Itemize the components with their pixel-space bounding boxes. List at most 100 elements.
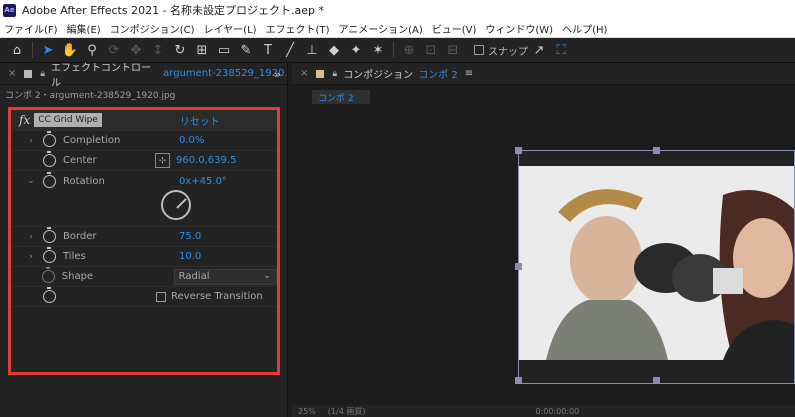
menu-bar: ファイル(F) 編集(E) コンポジション(C) レイヤー(L) エフェクト(T… bbox=[0, 20, 795, 38]
current-time[interactable]: 0:00:00:00 bbox=[535, 407, 579, 416]
shape-icon[interactable]: ▭ bbox=[213, 40, 235, 60]
rotate-icon[interactable]: ↻ bbox=[169, 40, 191, 60]
menu-file[interactable]: ファイル(F) bbox=[4, 21, 58, 36]
transform-handle[interactable] bbox=[515, 377, 522, 384]
twirl-right-icon[interactable]: › bbox=[23, 136, 39, 146]
composition-name-link[interactable]: コンポ 2 bbox=[418, 66, 458, 81]
lock-icon[interactable]: 🔒︎ bbox=[332, 69, 337, 79]
menu-layer[interactable]: レイヤー(L) bbox=[203, 21, 256, 36]
stopwatch-icon[interactable] bbox=[43, 287, 56, 303]
pen-icon[interactable]: ✎ bbox=[235, 40, 257, 60]
property-row-center: Center ⊹ 960.0,639.5 bbox=[11, 151, 277, 171]
twirl-right-icon[interactable]: › bbox=[23, 232, 39, 242]
menu-view[interactable]: ビュー(V) bbox=[432, 21, 477, 36]
pan-icon[interactable]: ✥ bbox=[125, 40, 147, 60]
stopwatch-icon[interactable] bbox=[43, 227, 56, 243]
composition-subtab[interactable]: コンポ 2 bbox=[312, 90, 370, 104]
axis-icon[interactable]: ⊕ bbox=[398, 40, 420, 60]
effect-controls-layer-link[interactable]: argument-238529_1920.j bbox=[163, 68, 287, 79]
property-label: Completion bbox=[63, 135, 121, 146]
axis-world-icon[interactable]: ⊡ bbox=[420, 40, 442, 60]
menu-help[interactable]: ヘルプ(H) bbox=[562, 21, 607, 36]
transform-handle[interactable] bbox=[653, 147, 660, 154]
layer-bounding-box[interactable] bbox=[518, 150, 795, 384]
eraser-icon[interactable]: ◆ bbox=[323, 40, 345, 60]
zoom-icon[interactable]: ⚲ bbox=[81, 40, 103, 60]
border-value[interactable]: 75.0 bbox=[179, 231, 201, 242]
fx-toggle-icon[interactable]: fx bbox=[19, 113, 30, 127]
menu-animation[interactable]: アニメーション(A) bbox=[338, 21, 422, 36]
home-icon[interactable]: ⌂ bbox=[6, 40, 28, 60]
hand-icon[interactable]: ✋ bbox=[59, 40, 81, 60]
stopwatch-icon[interactable] bbox=[43, 247, 56, 263]
close-icon[interactable]: × bbox=[300, 68, 308, 79]
selection-icon[interactable]: ➤ bbox=[37, 40, 59, 60]
property-row-rotation: ⌄ Rotation 0x+45.0° bbox=[11, 171, 277, 191]
close-icon[interactable]: × bbox=[8, 68, 16, 79]
shape-dropdown-value: Radial bbox=[178, 271, 210, 282]
center-value[interactable]: 960.0,639.5 bbox=[176, 155, 236, 166]
composition-footer: 25% (1/4 画質) 0:00:00:00 bbox=[292, 405, 795, 417]
effect-header-row[interactable]: fx CC Grid Wipe リセット bbox=[11, 110, 277, 131]
menu-edit[interactable]: 編集(E) bbox=[67, 21, 101, 36]
panel-menu-swatch-icon[interactable] bbox=[316, 69, 325, 78]
stopwatch-icon[interactable] bbox=[43, 171, 56, 188]
twirl-right-icon[interactable]: › bbox=[23, 252, 39, 262]
stopwatch-icon[interactable] bbox=[43, 151, 56, 167]
reset-link[interactable]: リセット bbox=[180, 113, 220, 128]
type-icon[interactable]: T bbox=[257, 40, 279, 60]
zoom-level[interactable]: 25% bbox=[298, 407, 316, 416]
puppet-icon[interactable]: ✶ bbox=[367, 40, 389, 60]
effect-controls-panel: × 🔒︎ エフェクトコントロール argument-238529_1920.j … bbox=[0, 63, 288, 417]
menu-window[interactable]: ウィンドウ(W) bbox=[485, 21, 553, 36]
panel-menu-swatch-icon[interactable] bbox=[24, 69, 33, 78]
panel-overflow-icon[interactable]: » bbox=[274, 68, 281, 81]
effect-name-label: CC Grid Wipe bbox=[34, 113, 102, 127]
property-label: Center bbox=[63, 155, 97, 166]
transform-handle[interactable] bbox=[515, 263, 522, 270]
anchor-icon[interactable]: ⊞ bbox=[191, 40, 213, 60]
property-label: Rotation bbox=[63, 175, 105, 187]
crosshair-icon[interactable]: ⊹ bbox=[155, 153, 170, 168]
twirl-down-icon[interactable]: ⌄ bbox=[23, 176, 39, 186]
toolbar-divider bbox=[393, 42, 394, 58]
tiles-value[interactable]: 10.0 bbox=[179, 251, 201, 262]
brush-icon[interactable]: ╱ bbox=[279, 40, 301, 60]
snap-checkbox[interactable] bbox=[474, 45, 484, 55]
snap-target-icon[interactable]: ⛶ bbox=[550, 40, 572, 60]
transform-handle[interactable] bbox=[515, 147, 522, 154]
snap-options-icon[interactable]: ↗ bbox=[528, 40, 550, 60]
composition-tab-label: コンポジション bbox=[343, 70, 414, 81]
shape-dropdown[interactable]: Radial ⌄ bbox=[173, 268, 277, 285]
effect-controls-layer-path: コンポ 2・argument-238529_1920.jpg bbox=[5, 91, 176, 101]
toolbar-divider bbox=[32, 42, 33, 58]
menu-effect[interactable]: エフェクト(T) bbox=[266, 21, 330, 36]
composition-panel: × 🔒︎ コンポジション コンポ 2 ≡ コンポ 2 25% (1/4 画質) … bbox=[292, 63, 795, 417]
dolly-icon[interactable]: ↕ bbox=[147, 40, 169, 60]
transform-handle[interactable] bbox=[653, 377, 660, 384]
rotation-value[interactable]: 0x+45.0° bbox=[179, 176, 227, 187]
axis-view-icon[interactable]: ⊟ bbox=[442, 40, 464, 60]
snap-toggle[interactable]: スナップ bbox=[474, 43, 528, 58]
composition-tab[interactable]: × 🔒︎ コンポジション コンポ 2 ≡ bbox=[292, 63, 795, 85]
property-row-reverse-transition: Reverse Transition bbox=[11, 287, 277, 307]
property-label: Shape bbox=[61, 271, 94, 282]
effect-controls-tab[interactable]: × 🔒︎ エフェクトコントロール argument-238529_1920.j bbox=[0, 63, 287, 89]
property-row-border: › Border 75.0 bbox=[11, 227, 277, 247]
cc-grid-wipe-effect: fx CC Grid Wipe リセット › Completion 0.0% C… bbox=[8, 107, 280, 375]
reverse-transition-checkbox[interactable] bbox=[156, 291, 166, 302]
rotation-dial[interactable] bbox=[161, 190, 191, 220]
menu-composition[interactable]: コンポジション(C) bbox=[110, 21, 195, 36]
chevron-down-icon: ⌄ bbox=[263, 270, 271, 281]
completion-value[interactable]: 0.0% bbox=[179, 135, 204, 146]
roto-icon[interactable]: ✦ bbox=[345, 40, 367, 60]
resolution[interactable]: (1/4 画質) bbox=[328, 406, 366, 417]
orbit-icon[interactable]: ⟳ bbox=[103, 40, 125, 60]
hamburger-menu-icon[interactable]: ≡ bbox=[465, 68, 473, 79]
property-row-shape: Shape Radial ⌄ bbox=[11, 267, 277, 287]
lock-icon[interactable]: 🔒︎ bbox=[40, 69, 45, 79]
layer-frame[interactable] bbox=[515, 147, 795, 384]
property-label: Tiles bbox=[63, 251, 86, 262]
stopwatch-icon[interactable] bbox=[43, 131, 56, 147]
stamp-icon[interactable]: ⊥ bbox=[301, 40, 323, 60]
